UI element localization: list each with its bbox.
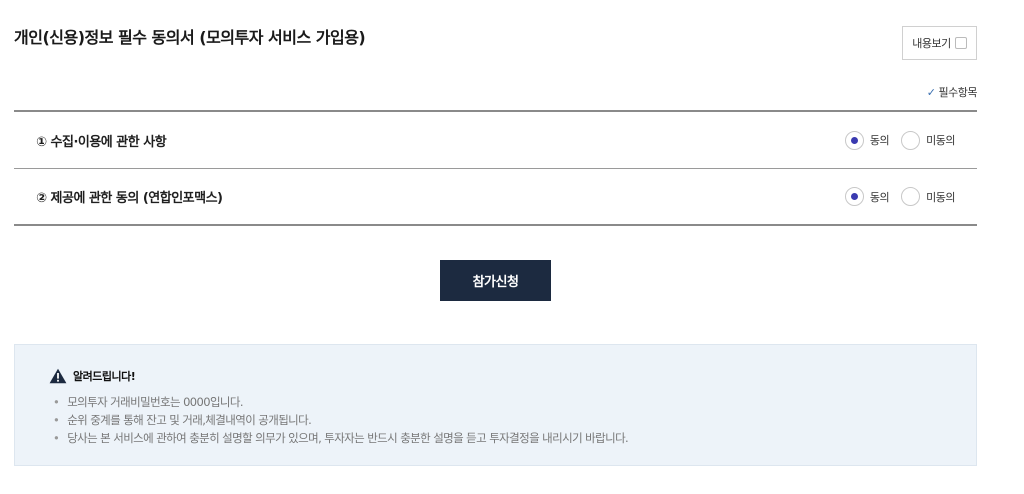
notice-box: 알려드립니다! 모의투자 거래비밀번호는 0000입니다. 순위 중계를 통해 …: [14, 344, 977, 466]
agree-radio-collection[interactable]: [844, 130, 864, 150]
disagree-label: 미동의: [926, 190, 955, 204]
disagree-option-collection[interactable]: 미동의: [901, 130, 955, 150]
notice-item: 당사는 본 서비스에 관하여 충분히 설명할 의무가 있으며, 투자자는 반드시…: [53, 429, 629, 447]
consent-options-provision: 동의 미동의: [844, 187, 955, 206]
disagree-option-provision[interactable]: 미동의: [901, 187, 955, 206]
consent-options-collection: 동의 미동의: [844, 130, 955, 150]
agree-radio-provision[interactable]: [844, 187, 864, 206]
required-note-label: 필수항목: [938, 86, 978, 99]
view-content-button[interactable]: 내용보기: [902, 26, 977, 60]
notice-item: 모의투자 거래비밀번호는 0000입니다.: [53, 393, 628, 411]
view-content-label: 내용보기: [912, 37, 951, 50]
notice-title: 알려드립니다!: [73, 370, 136, 383]
notice-list: 모의투자 거래비밀번호는 0000입니다. 순위 중계를 통해 잔고 및 거래,…: [53, 393, 629, 447]
notice-item: 순위 중계를 통해 잔고 및 거래,체결내역이 공개됩니다.: [53, 411, 628, 429]
consent-label-provision: ② 제공에 관한 동의 (연합인포맥스): [36, 191, 223, 206]
page-title: 개인(신용)정보 필수 동의서 (모의투자 서비스 가입용): [14, 28, 366, 47]
apply-button[interactable]: 참가신청: [440, 260, 551, 301]
required-note: ✓ 필수항목: [926, 84, 978, 100]
notice-header: 알려드립니다!: [49, 368, 136, 384]
checkbox-icon[interactable]: [954, 37, 967, 49]
consent-label-collection: ① 수집·이용에 관한 사항: [36, 134, 167, 150]
disagree-radio-provision[interactable]: [901, 187, 921, 206]
consent-row-provision: ② 제공에 관한 동의 (연합인포맥스) 동의 미동의: [14, 169, 977, 226]
agree-label: 동의: [869, 134, 890, 147]
disagree-radio-collection[interactable]: [901, 130, 921, 150]
disagree-label: 미동의: [926, 134, 955, 147]
agree-label: 동의: [869, 190, 890, 204]
warning-icon: [49, 368, 67, 384]
consent-table: ① 수집·이용에 관한 사항 동의 미동의 ② 제공에 관한 동의 (연합인포맥…: [14, 110, 977, 226]
check-icon: ✓: [926, 85, 936, 99]
agree-option-provision[interactable]: 동의: [844, 187, 890, 206]
agree-option-collection[interactable]: 동의: [844, 130, 890, 150]
consent-row-collection: ① 수집·이용에 관한 사항 동의 미동의: [14, 112, 977, 169]
